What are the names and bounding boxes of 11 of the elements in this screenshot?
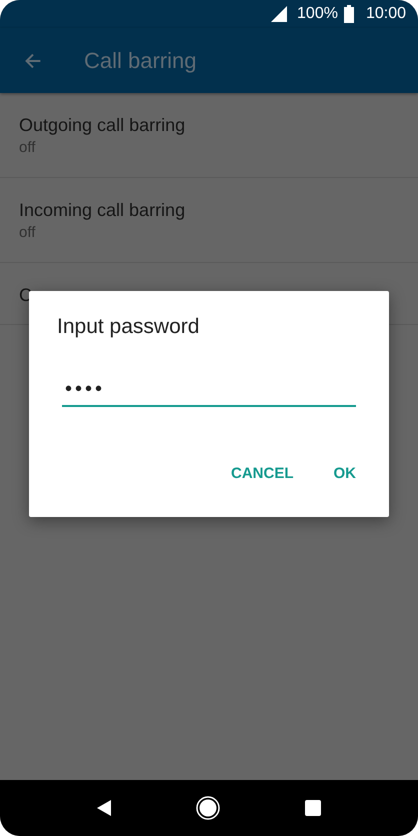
- signal-icon: [271, 6, 288, 22]
- ok-button[interactable]: OK: [322, 457, 368, 490]
- password-field[interactable]: ••••: [62, 379, 356, 407]
- dialog-title: Input password: [57, 315, 200, 339]
- battery-percent: 100%: [297, 5, 338, 23]
- back-icon[interactable]: [97, 800, 111, 816]
- home-icon[interactable]: [196, 796, 220, 820]
- battery-icon: [344, 5, 354, 23]
- cancel-button[interactable]: CANCEL: [219, 457, 306, 490]
- clock: 10:00: [366, 5, 406, 23]
- screen-title: Call barring: [84, 48, 196, 74]
